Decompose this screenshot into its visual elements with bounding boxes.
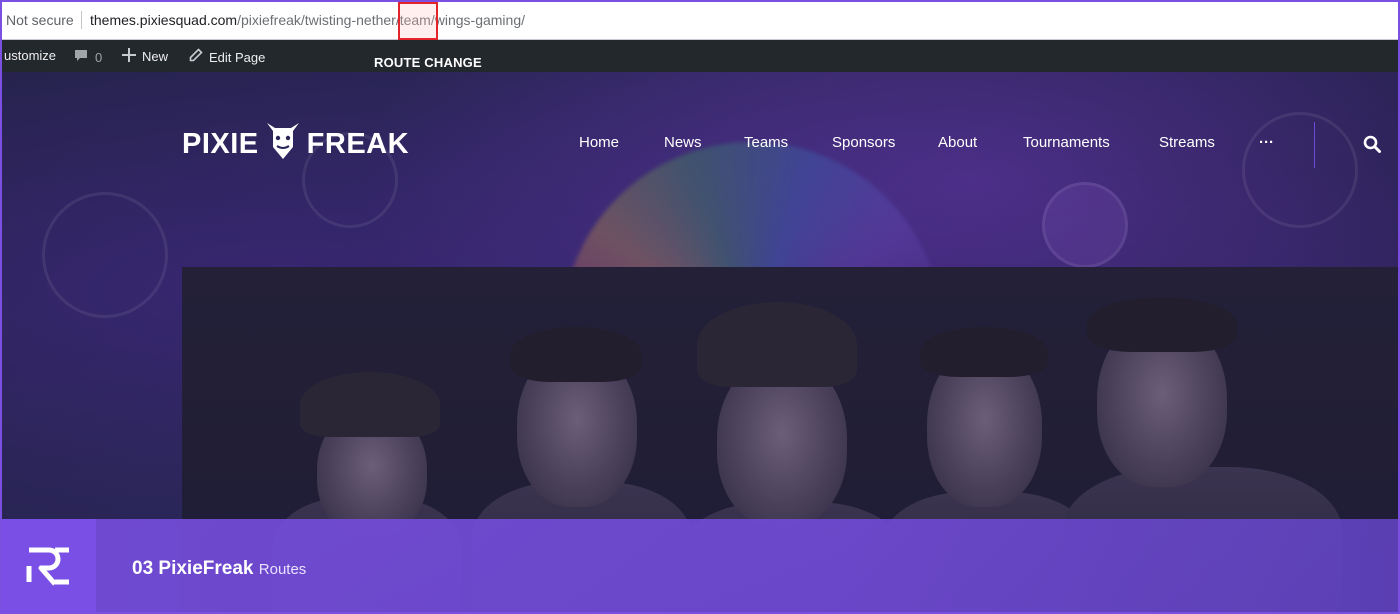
nav-divider bbox=[1314, 122, 1315, 168]
address-bar[interactable]: Not secure themes.pixiesquad.com/pixiefr… bbox=[2, 2, 1398, 40]
deco-circle bbox=[1042, 182, 1128, 268]
edit-page-link[interactable]: Edit Page bbox=[188, 48, 265, 66]
customize-label: ustomize bbox=[4, 48, 57, 63]
new-label: New bbox=[142, 49, 169, 64]
comments-count: 0 bbox=[95, 50, 103, 65]
nav-sponsors[interactable]: Sponsors bbox=[832, 134, 895, 151]
nav-tournaments[interactable]: Tournaments bbox=[1023, 134, 1110, 151]
course-footer-bar: 03 PixieFreak Routes bbox=[2, 519, 1398, 612]
main-nav: Home News Teams Sponsors About Tournamen… bbox=[2, 134, 1398, 154]
deco-circle bbox=[1242, 112, 1358, 228]
new-link[interactable]: New bbox=[122, 48, 168, 65]
comment-icon bbox=[73, 48, 89, 67]
nav-about[interactable]: About bbox=[938, 134, 977, 151]
rs-logo-icon bbox=[2, 519, 96, 612]
security-indicator[interactable]: Not secure bbox=[6, 12, 74, 28]
address-separator bbox=[81, 11, 82, 29]
plus-icon bbox=[122, 48, 136, 65]
footer-subtitle: Routes bbox=[258, 561, 307, 578]
route-highlight-box bbox=[398, 2, 438, 40]
footer-title-main: 03 PixieFreak bbox=[132, 558, 254, 579]
pencil-icon bbox=[188, 48, 203, 66]
url-text[interactable]: themes.pixiesquad.com/pixiefreak/twistin… bbox=[90, 12, 525, 28]
route-change-label: ROUTE CHANGE bbox=[374, 55, 482, 70]
url-path-before: /pixiefreak/twisting-nether/ bbox=[237, 12, 400, 28]
nav-teams[interactable]: Teams bbox=[744, 134, 788, 151]
nav-streams[interactable]: Streams bbox=[1159, 134, 1215, 151]
url-host: themes.pixiesquad.com bbox=[90, 12, 238, 28]
admin-bar: ustomize 0 New Edit Page bbox=[2, 40, 1398, 72]
url-path-after: /wings-gaming/ bbox=[430, 12, 525, 28]
nav-more[interactable]: ··· bbox=[1259, 134, 1274, 151]
search-icon[interactable] bbox=[1363, 135, 1381, 158]
footer-title: 03 PixieFreak Routes bbox=[132, 558, 306, 580]
nav-home[interactable]: Home bbox=[579, 134, 619, 151]
customize-link[interactable]: ustomize bbox=[4, 48, 56, 63]
edit-page-label: Edit Page bbox=[209, 49, 266, 65]
screenshot-frame: Not secure themes.pixiesquad.com/pixiefr… bbox=[0, 0, 1400, 614]
deco-circle bbox=[42, 192, 168, 318]
comments-link[interactable]: 0 bbox=[73, 48, 102, 67]
nav-news[interactable]: News bbox=[664, 134, 702, 151]
